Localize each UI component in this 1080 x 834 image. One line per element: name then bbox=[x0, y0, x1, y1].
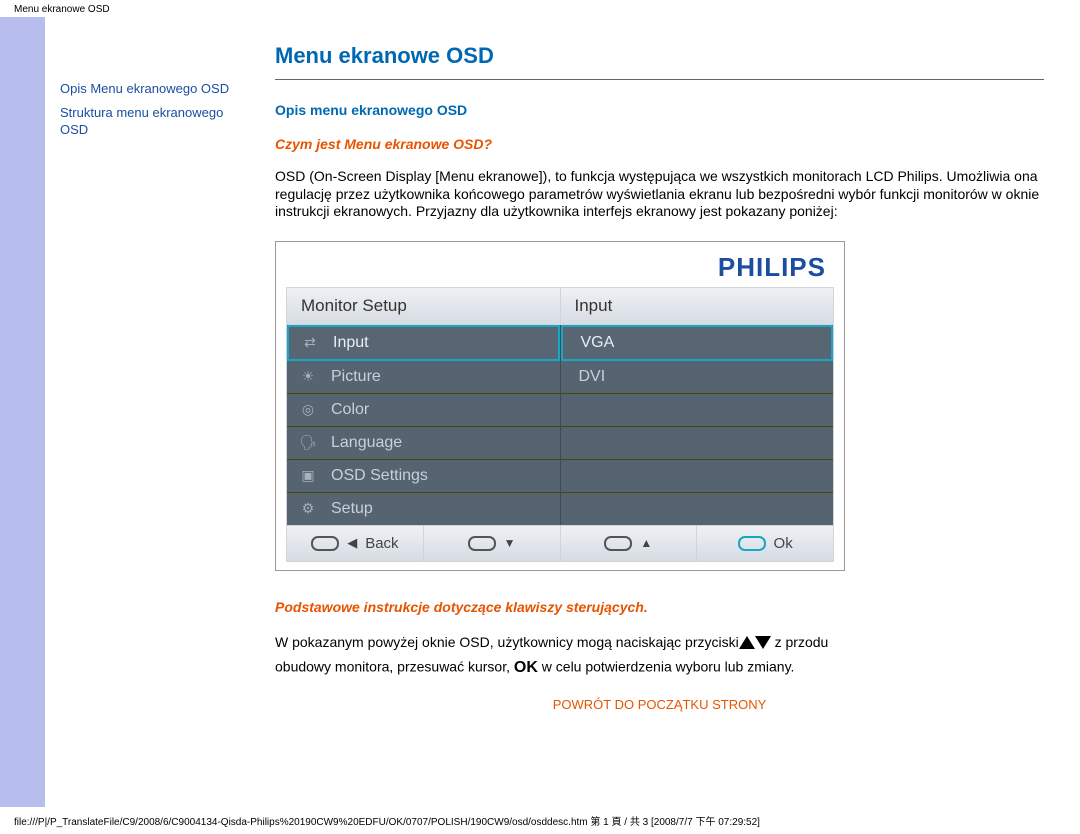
osd-btn-ok[interactable]: Ok bbox=[697, 526, 833, 561]
menu-item-label: OSD Settings bbox=[331, 467, 428, 485]
osd-col-title-left: Monitor Setup bbox=[287, 288, 561, 324]
menu-item-icon: ⇄ bbox=[299, 334, 321, 351]
sidebar-nav: Opis Menu ekranowego OSD Struktura menu … bbox=[58, 17, 263, 807]
menu-item-icon: 🗣 bbox=[297, 434, 319, 451]
page-header: Menu ekranowe OSD bbox=[0, 0, 1080, 17]
text: obudowy monitora, przesuwać kursor, bbox=[275, 659, 514, 675]
menu-item-icon: ⚙ bbox=[297, 500, 319, 517]
menu-item-label: Input bbox=[333, 334, 369, 352]
intro-paragraph: OSD (On-Screen Display [Menu ekranowe]),… bbox=[275, 168, 1044, 221]
osd-option-item[interactable]: VGA bbox=[561, 325, 834, 361]
back-arrow-icon: ◀ bbox=[347, 535, 357, 551]
text: W pokazanym powyżej oknie OSD, użytkowni… bbox=[275, 634, 739, 650]
osd-option-empty bbox=[561, 427, 834, 460]
gap bbox=[45, 17, 58, 807]
osd-btn-down[interactable]: ▼ bbox=[424, 526, 561, 561]
up-arrow-icon: ▲ bbox=[640, 536, 652, 550]
instructions-paragraph: W pokazanym powyżej oknie OSD, użytkowni… bbox=[275, 631, 1044, 682]
osd-btn-back-label: Back bbox=[365, 535, 398, 552]
sidebar-link-struktura[interactable]: Struktura menu ekranowego OSD bbox=[60, 101, 255, 142]
option-item-label: DVI bbox=[579, 368, 606, 386]
subheading-czym-jest: Czym jest Menu ekranowe OSD? bbox=[275, 136, 1044, 152]
menu-item-label: Setup bbox=[331, 500, 373, 518]
osd-buttonbar: ◀ Back ▼ ▲ Ok bbox=[286, 526, 834, 562]
page-title: Menu ekranowe OSD bbox=[275, 43, 1044, 69]
osd-menu-item[interactable]: ⚙ Setup bbox=[287, 493, 560, 525]
brand-logo: PHILIPS bbox=[286, 252, 834, 283]
osd-menu-item[interactable]: ▣ OSD Settings bbox=[287, 460, 560, 493]
down-arrow-icon: ▼ bbox=[504, 536, 516, 550]
down-triangle-icon bbox=[755, 636, 771, 649]
footer-path: file:///P|/P_TranslateFile/C9/2008/6/C90… bbox=[0, 807, 1080, 832]
menu-item-label: Color bbox=[331, 401, 369, 419]
sidebar-link-opis[interactable]: Opis Menu ekranowego OSD bbox=[60, 77, 255, 101]
ok-icon: OK bbox=[514, 654, 538, 681]
osd-menu-item[interactable]: 🗣 Language bbox=[287, 427, 560, 460]
divider bbox=[275, 79, 1044, 80]
text: w celu potwierdzenia wyboru lub zmiany. bbox=[538, 659, 795, 675]
pill-icon bbox=[604, 536, 632, 551]
osd-col-title-right: Input bbox=[561, 288, 834, 324]
osd-menu-item[interactable]: ◎ Color bbox=[287, 394, 560, 427]
osd-left-column: ⇄ Input ☀ Picture ◎ Color 🗣 Language ▣ OSD Settin… bbox=[287, 325, 561, 525]
up-triangle-icon bbox=[739, 636, 755, 649]
text: z przodu bbox=[771, 634, 829, 650]
osd-right-column: VGA DVI bbox=[561, 325, 834, 525]
osd-illustration: PHILIPS Monitor Setup Input ⇄ Input ☀ Pictu… bbox=[275, 241, 845, 571]
pill-icon bbox=[468, 536, 496, 551]
pill-icon bbox=[311, 536, 339, 551]
subheading-instrukcje: Podstawowe instrukcje dotyczące klawiszy… bbox=[275, 599, 1044, 615]
section-heading-opis: Opis menu ekranowego OSD bbox=[275, 102, 1044, 118]
menu-item-label: Picture bbox=[331, 368, 381, 386]
menu-item-icon: ◎ bbox=[297, 401, 319, 418]
osd-menu-item[interactable]: ☀ Picture bbox=[287, 361, 560, 394]
menu-item-icon: ▣ bbox=[297, 467, 319, 484]
osd-btn-up[interactable]: ▲ bbox=[561, 526, 698, 561]
menu-item-label: Language bbox=[331, 434, 402, 452]
osd-menu-item[interactable]: ⇄ Input bbox=[287, 325, 560, 361]
osd-option-empty bbox=[561, 394, 834, 427]
pill-icon bbox=[738, 536, 766, 551]
osd-option-item[interactable]: DVI bbox=[561, 361, 834, 394]
back-to-top-link[interactable]: POWRÓT DO POCZĄTKU STRONY bbox=[553, 697, 767, 712]
osd-option-empty bbox=[561, 460, 834, 493]
option-item-label: VGA bbox=[581, 334, 615, 352]
osd-option-empty bbox=[561, 493, 834, 525]
decorative-left-bar bbox=[0, 17, 45, 807]
osd-btn-ok-label: Ok bbox=[774, 535, 793, 552]
main-content: Menu ekranowe OSD Opis menu ekranowego O… bbox=[263, 17, 1080, 807]
osd-btn-back[interactable]: ◀ Back bbox=[287, 526, 424, 561]
menu-item-icon: ☀ bbox=[297, 368, 319, 385]
